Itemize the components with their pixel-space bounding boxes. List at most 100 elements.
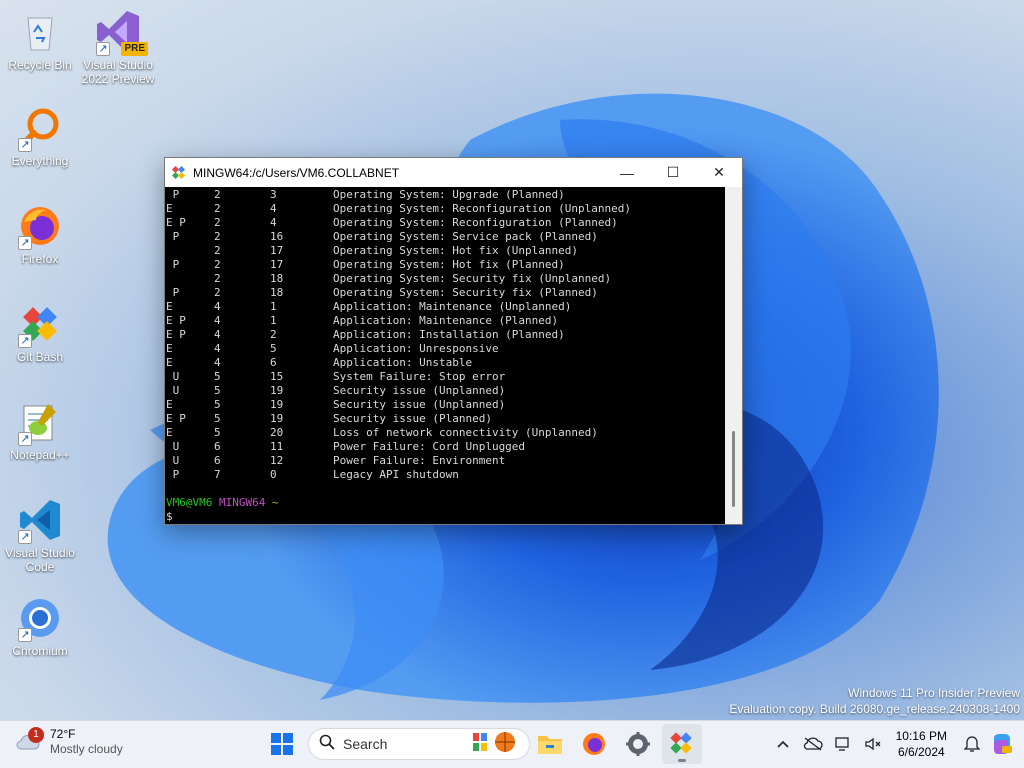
terminal-line: E P 5 19 Security issue (Planned) [166,412,725,426]
weather-condition: Mostly cloudy [50,742,123,756]
reason-major: 5 [214,398,221,411]
taskbar-git-bash[interactable] [662,724,702,764]
terminal-output[interactable]: P 2 3 Operating System: Upgrade (Planned) E 2… [165,187,725,524]
shortcut-arrow-icon: ↗ [18,236,32,250]
shortcut-arrow-icon: ↗ [18,530,32,544]
reason-major: 2 [214,286,221,299]
reason-minor: 5 [270,342,277,355]
reason-major: 6 [214,440,221,453]
network-icon[interactable] [831,732,855,756]
clock-time: 10:16 PM [895,729,947,743]
weather-temperature: 72°F [50,727,76,741]
prompt-path: ~ [271,496,279,509]
reason-description: Power Failure: Cord Unplugged [333,440,526,453]
scrollbar-thumb[interactable] [732,431,735,507]
taskbar-file-explorer[interactable] [530,724,570,764]
reason-major: 2 [214,258,221,271]
reason-major: 6 [214,454,221,467]
reason-description: Operating System: Security fix (Unplanne… [333,272,612,285]
notification-badge: 1 [28,727,44,743]
desktop-icon-vscode[interactable]: ↗ Visual Studio Code [0,496,80,574]
desktop-icon-label: Chromium [12,644,68,658]
reason-major: 2 [214,216,221,229]
cloud-offline-icon[interactable] [801,732,825,756]
taskbar-search-box[interactable]: Search [308,728,530,760]
reason-flags: E P [166,328,186,341]
terminal-line: U 6 12 Power Failure: Environment [166,454,725,468]
desktop-icon-label: Notepad++ [10,448,70,462]
reason-major: 4 [214,300,221,313]
shortcut-arrow-icon: ↗ [96,42,110,56]
desktop-icon-notepad-plus-plus[interactable]: ↗ Notepad++ [0,398,80,462]
reason-major: 4 [214,356,221,369]
desktop-icon-git-bash[interactable]: ↗ Git Bash [0,300,80,364]
chromium-icon: ↗ [16,594,64,642]
reason-minor: 4 [270,216,277,229]
maximize-button[interactable]: ☐ [650,158,696,187]
reason-minor: 17 [270,244,284,257]
terminal-line: E P 4 2 Application: Installation (Planned) [166,328,725,342]
git-bash-terminal-window[interactable]: MINGW64:/c/Users/VM6.COLLABNET — ☐ ✕ P 2 3… [164,157,743,525]
command-input-line[interactable]: $ [166,510,725,524]
copilot-icon[interactable] [990,732,1014,756]
reason-minor: 0 [270,468,277,481]
preview-badge: PRE [121,42,148,56]
reason-flags: E [166,426,173,439]
desktop-icon-label: Git Bash [16,350,64,364]
prompt-system: MINGW64 [218,496,266,509]
reason-description: System Failure: Stop error [333,370,506,383]
watermark-edition: Windows 11 Pro Insider Preview [848,686,1020,700]
reason-description: Legacy API shutdown [333,468,459,481]
shortcut-arrow-icon: ↗ [18,432,32,446]
weather-widget[interactable]: 1 72°F Mostly cloudy [14,727,123,757]
terminal-line: P 2 3 Operating System: Upgrade (Planned) [166,188,725,202]
reason-flags: E [166,300,173,313]
terminal-line: E 4 6 Application: Unstable [166,356,725,370]
taskbar-firefox[interactable] [574,724,614,764]
minimize-button[interactable]: — [604,158,650,187]
reason-major: 7 [214,468,221,481]
reason-description: Operating System: Reconfiguration (Unpla… [333,202,632,215]
terminal-line: E 4 1 Application: Maintenance (Unplanned) [166,300,725,314]
reason-major: 5 [214,370,221,383]
terminal-line: U 5 15 System Failure: Stop error [166,370,725,384]
desktop-icon-recycle-bin[interactable]: Recycle Bin [0,8,80,72]
start-button[interactable] [262,724,302,764]
git-bash-icon: ↗ [16,300,64,348]
settings-icon [626,732,650,756]
reason-flags: E [166,398,173,411]
reason-major: 2 [214,202,221,215]
reason-minor: 17 [270,258,284,271]
chevron-up-icon[interactable] [771,732,795,756]
desktop-icon-label: Firefox [21,252,59,266]
window-titlebar[interactable]: MINGW64:/c/Users/VM6.COLLABNET — ☐ ✕ [165,158,742,187]
terminal-scrollbar[interactable] [725,187,742,524]
taskbar-settings[interactable] [618,724,658,764]
close-button[interactable]: ✕ [696,158,742,187]
reason-description: Security issue (Planned) [333,412,492,425]
reason-minor: 16 [270,230,284,243]
weather-cloud-icon: 1 [14,727,44,755]
reason-flags: E P [166,412,186,425]
terminal-line: E 5 19 Security issue (Unplanned) [166,398,725,412]
git-bash-icon [165,165,193,180]
reason-major: 5 [214,426,221,439]
taskbar-clock[interactable]: 10:16 PM 6/6/2024 [896,728,947,760]
reason-flags: E [166,356,173,369]
terminal-line: E 2 4 Operating System: Reconfiguration (Un… [166,202,725,216]
desktop-icon-visual-studio-preview[interactable]: ↗ PRE Visual Studio 2022 Preview [78,8,158,86]
desktop-icon-chromium[interactable]: ↗ Chromium [0,594,80,658]
terminal-line: P 2 16 Operating System: Service pack (Plan… [166,230,725,244]
reason-minor: 15 [270,370,284,383]
notification-bell-icon[interactable] [960,732,984,756]
reason-minor: 12 [270,454,284,467]
reason-minor: 19 [270,412,284,425]
reason-minor: 18 [270,272,284,285]
volume-muted-icon[interactable] [861,732,885,756]
reason-major: 2 [214,188,221,201]
desktop-icon-everything[interactable]: ↗ Everything [0,104,80,168]
desktop-icon-firefox[interactable]: ↗ Firefox [0,202,80,266]
reason-flags: P [166,468,180,481]
reason-flags: P [166,286,180,299]
shortcut-arrow-icon: ↗ [18,628,32,642]
